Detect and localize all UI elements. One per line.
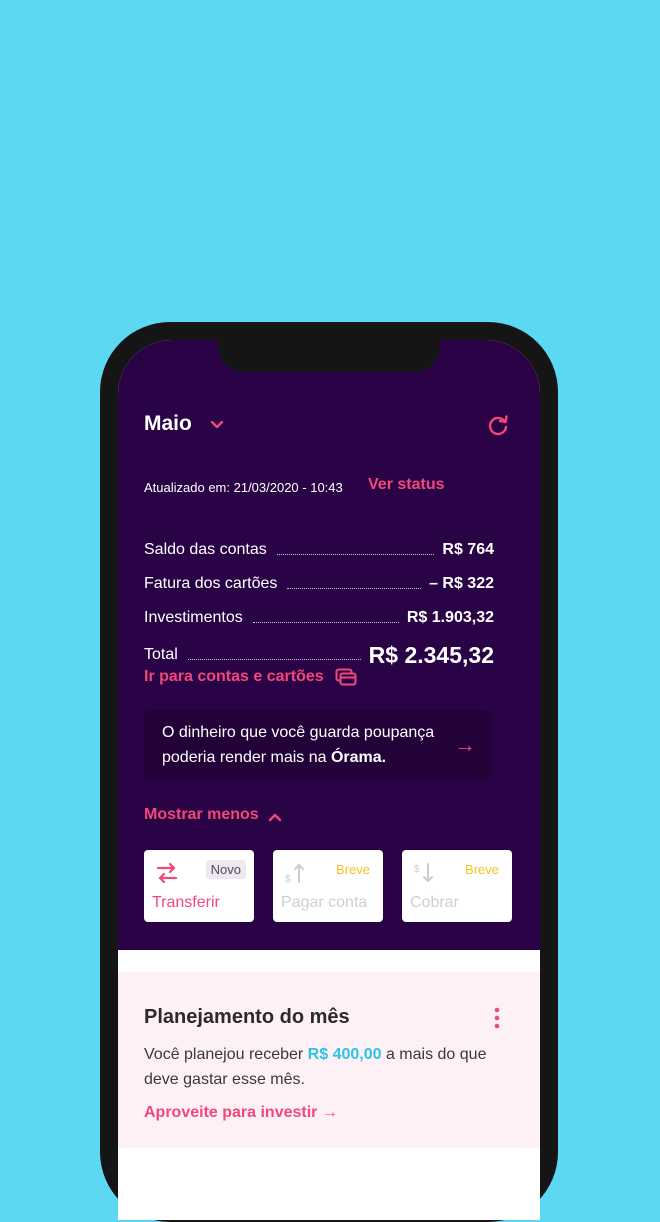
- cards-icon[interactable]: [335, 668, 357, 686]
- total-value: R$ 2.345,32: [368, 641, 494, 668]
- row-value: R$ 764: [442, 541, 494, 558]
- invest-link[interactable]: Aproveite para investir →: [144, 1104, 338, 1122]
- transfer-icon: [156, 862, 178, 884]
- action-charge[interactable]: $ Breve Cobrar: [402, 850, 512, 922]
- last-updated-text: Atualizado em: 21/03/2020 - 10:43: [144, 480, 343, 495]
- chevron-up-icon[interactable]: [268, 810, 282, 824]
- soon-badge: Breve: [331, 860, 375, 879]
- dotted-leader: [287, 587, 422, 589]
- svg-text:$: $: [285, 874, 291, 885]
- arrow-right-icon[interactable]: →: [454, 732, 476, 757]
- row-label: Investimentos: [144, 609, 243, 626]
- dotted-leader: [276, 553, 435, 555]
- row-value: – R$ 322: [429, 575, 494, 592]
- monthly-planning-card: Planejamento do mês Você planejou recebe…: [118, 972, 540, 1148]
- month-selector[interactable]: Maio: [144, 412, 192, 436]
- soon-badge: Breve: [460, 860, 504, 879]
- planning-text: Você planejou receber R$ 400,00 a mais d…: [144, 1046, 487, 1088]
- balance-panel: Maio Atualizado em: 21/03/2020 - 10:43 V…: [118, 340, 540, 950]
- row-label: Saldo das contas: [144, 541, 267, 558]
- phone-frame: Maio Atualizado em: 21/03/2020 - 10:43 V…: [100, 322, 558, 1222]
- summary-row-investments: Investimentos R$ 1.903,32: [144, 606, 494, 630]
- refresh-icon[interactable]: [486, 414, 510, 438]
- accounts-cards-link[interactable]: Ir para contas e cartões: [144, 668, 324, 686]
- show-less-toggle[interactable]: Mostrar menos: [144, 806, 259, 824]
- action-label: Cobrar: [410, 894, 459, 911]
- phone-screen: Maio Atualizado em: 21/03/2020 - 10:43 V…: [118, 340, 540, 1220]
- summary-row-balance: Saldo das contas R$ 764: [144, 538, 494, 562]
- row-value: R$ 1.903,32: [406, 609, 494, 626]
- charge-icon: $: [414, 863, 433, 882]
- action-transfer[interactable]: Novo Transferir: [144, 850, 254, 922]
- new-badge: Novo: [205, 860, 246, 879]
- action-pay-bill[interactable]: $ Breve Pagar conta: [273, 850, 383, 922]
- planned-amount: R$ 400,00: [307, 1046, 382, 1063]
- action-label: Pagar conta: [281, 894, 368, 911]
- promo-text: O dinheiro que você guarda poupança pode…: [162, 724, 435, 766]
- dotted-leader: [252, 621, 399, 623]
- summary-row-total: Total R$ 2.345,32: [144, 640, 494, 670]
- chevron-down-icon[interactable]: [210, 418, 224, 432]
- action-label: Transferir: [152, 894, 220, 911]
- view-status-link[interactable]: Ver status: [368, 476, 444, 494]
- pay-bill-icon: $: [285, 864, 304, 885]
- phone-notch: [218, 340, 440, 372]
- summary-row-cards: Fatura dos cartões – R$ 322: [144, 572, 494, 596]
- row-label: Fatura dos cartões: [144, 575, 278, 592]
- promo-banner[interactable]: O dinheiro que você guarda poupança pode…: [144, 710, 492, 780]
- promo-brand: Órama.: [330, 749, 387, 766]
- more-options-icon[interactable]: [492, 1006, 502, 1030]
- planning-title: Planejamento do mês: [144, 1006, 350, 1028]
- total-label: Total: [144, 646, 178, 663]
- svg-text:$: $: [414, 864, 420, 875]
- dotted-leader: [187, 658, 361, 660]
